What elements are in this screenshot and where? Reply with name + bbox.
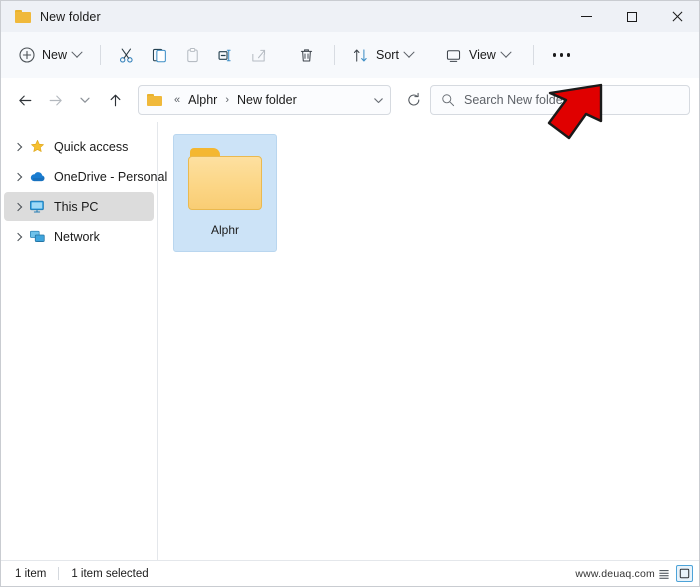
cloud-icon [28, 169, 46, 185]
chevron-down-icon [403, 46, 415, 58]
toolbar-divider-2 [334, 45, 336, 65]
folder-icon [15, 10, 31, 23]
new-button-label: New [42, 48, 68, 62]
chevron-down-icon [71, 46, 83, 58]
sort-arrows-icon [352, 47, 369, 64]
breadcrumb-overflow[interactable]: « [169, 94, 185, 106]
sidebar-item-label: Network [54, 229, 100, 244]
scissors-icon [118, 47, 135, 64]
details-view-icon [658, 569, 669, 579]
window-title: New folder [40, 9, 101, 24]
sort-button[interactable]: Sort [345, 39, 420, 71]
rename-icon [217, 47, 234, 64]
toolbar-divider [100, 45, 102, 65]
search-input[interactable]: Search New folder [464, 93, 567, 107]
maximize-icon [626, 11, 637, 22]
maximize-button[interactable] [609, 1, 654, 32]
arrow-left-icon [17, 92, 34, 109]
breadcrumb-item-new-folder[interactable]: New folder [234, 91, 300, 109]
sidebar-item-this-pc[interactable]: This PC [4, 192, 154, 221]
network-icon [28, 229, 46, 245]
toolbar-divider-3 [532, 45, 534, 65]
share-button[interactable] [243, 39, 274, 71]
details-view-button[interactable] [655, 565, 672, 582]
view-mode-toggles [655, 565, 693, 582]
file-explorer-window: New folder New Sort View « Alphr › New f… [0, 0, 700, 587]
sort-button-label: Sort [376, 48, 399, 62]
plus-circle-icon [19, 47, 35, 63]
title-bar: New folder [1, 1, 699, 32]
folder-icon [188, 148, 262, 210]
back-button[interactable] [10, 85, 40, 115]
trash-icon [298, 47, 315, 64]
recent-locations-button[interactable] [70, 85, 100, 115]
up-button[interactable] [100, 85, 130, 115]
file-list-pane[interactable]: Alphr [158, 122, 699, 560]
delete-button[interactable] [291, 39, 322, 71]
sidebar-item-onedrive[interactable]: OneDrive - Personal [4, 162, 167, 191]
chevron-right-icon[interactable] [10, 202, 26, 211]
status-divider [58, 567, 60, 580]
refresh-button[interactable] [400, 86, 428, 114]
sidebar-item-network[interactable]: Network [4, 222, 154, 251]
new-button[interactable]: New [12, 39, 88, 71]
copy-icon [151, 47, 168, 64]
status-bar: 1 item 1 item selected www.deuaq.com [1, 560, 699, 586]
large-icons-view-icon [679, 568, 690, 579]
watermark-label: www.deuaq.com [575, 567, 655, 580]
address-bar[interactable]: « Alphr › New folder [138, 85, 391, 115]
sidebar-item-label: OneDrive - Personal [54, 169, 168, 184]
selection-count-label: 1 item selected [71, 567, 149, 580]
ellipsis-icon [552, 53, 570, 57]
star-icon [28, 139, 46, 155]
breadcrumb-item-alphr[interactable]: Alphr [185, 91, 220, 109]
navigation-bar: « Alphr › New folder Search New folder [1, 78, 699, 122]
chevron-right-icon[interactable] [10, 232, 26, 241]
search-box[interactable]: Search New folder [430, 85, 690, 115]
file-item-label: Alphr [210, 223, 239, 237]
chevron-down-icon [500, 46, 512, 58]
copy-button[interactable] [144, 39, 175, 71]
minimize-icon [581, 16, 592, 17]
view-button[interactable]: View [438, 39, 517, 71]
breadcrumb-separator: › [225, 94, 229, 106]
monitor-icon [445, 47, 462, 64]
large-icons-view-button[interactable] [676, 565, 693, 582]
chevron-down-icon [373, 97, 383, 103]
sidebar-item-label: This PC [54, 199, 99, 214]
minimize-button[interactable] [564, 1, 609, 32]
explorer-body: Quick access OneDrive - Personal This PC… [1, 122, 699, 560]
view-button-label: View [468, 48, 496, 62]
chevron-right-icon[interactable] [10, 172, 26, 181]
item-count-label: 1 item [15, 567, 47, 580]
monitor-icon [28, 199, 46, 215]
command-toolbar: New Sort View [1, 32, 699, 140]
file-item-alphr[interactable]: Alphr [173, 134, 277, 252]
folder-icon [147, 94, 162, 106]
close-button[interactable] [654, 1, 699, 32]
refresh-icon [406, 92, 422, 108]
close-icon [671, 11, 683, 23]
share-icon [250, 47, 267, 64]
window-controls [564, 1, 699, 32]
sidebar-item-quick-access[interactable]: Quick access [4, 132, 154, 161]
chevron-down-icon [78, 93, 92, 107]
address-dropdown-button[interactable] [366, 86, 390, 114]
navigation-pane: Quick access OneDrive - Personal This PC… [1, 122, 167, 560]
sidebar-item-label: Quick access [54, 139, 129, 154]
arrow-right-icon [47, 92, 64, 109]
arrow-up-icon [107, 92, 124, 109]
clipboard-icon [184, 47, 201, 64]
rename-button[interactable] [210, 39, 241, 71]
cut-button[interactable] [111, 39, 142, 71]
forward-button[interactable] [40, 85, 70, 115]
chevron-right-icon[interactable] [10, 142, 26, 151]
search-icon [441, 93, 455, 107]
see-more-button[interactable] [544, 39, 579, 71]
paste-button[interactable] [177, 39, 208, 71]
